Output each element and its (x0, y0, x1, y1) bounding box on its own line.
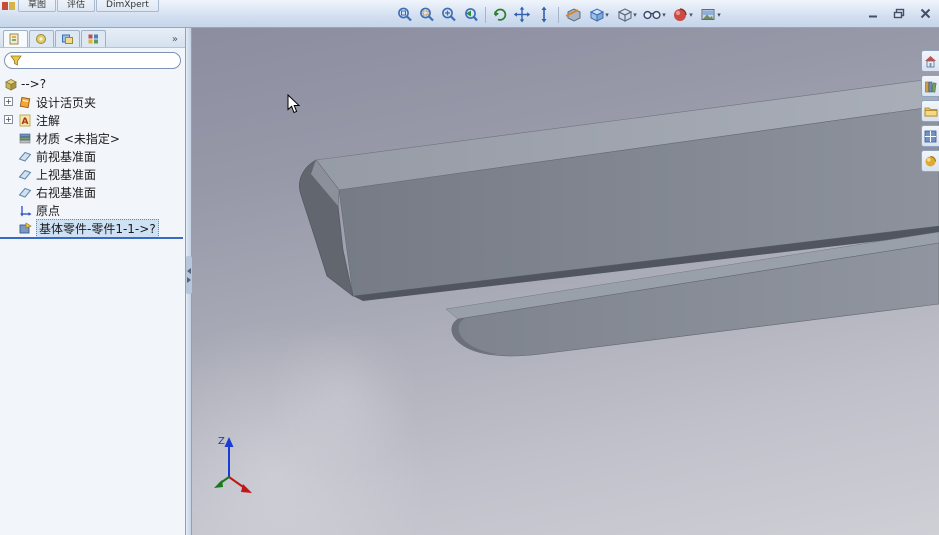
zoom-to-area-icon[interactable] (416, 5, 438, 25)
tree-filter-input[interactable] (4, 52, 181, 69)
chevron-down-icon[interactable]: ▾ (689, 5, 693, 25)
tree-item-label: 右视基准面 (36, 185, 97, 200)
plane-icon (18, 169, 32, 180)
chevron-down-icon[interactable]: ▾ (717, 5, 721, 25)
reference-triad: Z (214, 436, 252, 493)
tree-item-annotations[interactable]: + A 注解 (0, 111, 185, 129)
tree-item-label: 材质 <未指定> (36, 131, 120, 146)
svg-text:A: A (22, 117, 29, 127)
tree-item-label: 前视基准面 (36, 149, 97, 164)
tree-item-origin[interactable]: 原点 (0, 201, 185, 219)
tree-item-right-plane[interactable]: 右视基准面 (0, 183, 185, 201)
tree-item-label: -->? (21, 77, 47, 91)
tree-item-design-binder[interactable]: + 设计活页夹 (0, 93, 185, 111)
panel-tab-overflow[interactable]: » (172, 34, 182, 47)
previous-view-icon[interactable] (460, 5, 482, 25)
annotations-icon: A (19, 114, 31, 127)
configurationmanager-tab-icon[interactable] (55, 30, 80, 47)
featuremanager-tab-icon[interactable] (3, 30, 28, 47)
expand-icon[interactable]: + (4, 97, 13, 106)
propertymanager-tab-icon[interactable] (29, 30, 54, 47)
file-explorer-icon[interactable] (921, 100, 939, 122)
feature-tree: -->? + 设计活页夹 + A 注解 材质 <未指定> 前视基准面 上视基准面… (0, 72, 185, 239)
tree-item-label: 设计活页夹 (36, 95, 97, 110)
featuremanager-panel: » -->? + 设计活页夹 + A 注解 材质 <未指定> 前视基准面 上视基… (0, 28, 186, 535)
toolbar-separator (485, 6, 486, 23)
tree-item-base-part[interactable]: 基体零件-零件1-1->? (0, 218, 185, 239)
chevron-down-icon[interactable]: ▾ (605, 5, 609, 25)
filter-row (0, 48, 185, 72)
close-button[interactable] (917, 6, 933, 20)
solidworks-window: 草图 评估 DimXpert ▾ ▾ ▾ ▾ ▾ » -->? + 设计活页夹 … (0, 0, 939, 535)
tree-item-top-plane[interactable]: 上视基准面 (0, 165, 185, 183)
hide-show-items-icon[interactable]: ▾ (640, 5, 668, 25)
apply-scene-icon[interactable]: ▾ (696, 5, 724, 25)
view-palette-icon[interactable] (921, 125, 939, 147)
plane-icon (18, 151, 32, 162)
displaymanager-tab-icon[interactable] (81, 30, 106, 47)
material-icon (19, 133, 31, 143)
app-corner-icon (2, 2, 15, 10)
tree-item-part-root[interactable]: -->? (0, 75, 185, 93)
collapse-right-icon (187, 276, 191, 283)
tree-item-material[interactable]: 材质 <未指定> (0, 129, 185, 147)
chevron-down-icon[interactable]: ▾ (633, 5, 637, 25)
mouse-cursor (287, 94, 301, 114)
view-orientation-icon[interactable]: ▾ (584, 5, 612, 25)
home-icon[interactable] (921, 50, 939, 72)
roll-view-icon[interactable] (533, 5, 555, 25)
task-pane-strip (921, 50, 939, 172)
triad-z-label: Z (218, 436, 225, 447)
model-geometry[interactable] (192, 28, 939, 535)
expand-icon[interactable]: + (4, 115, 13, 124)
base-part-icon (19, 221, 32, 233)
collapse-left-icon (187, 267, 191, 274)
panel-tab-strip: » (0, 28, 185, 48)
edit-appearance-icon[interactable]: ▾ (668, 5, 696, 25)
appearances-icon[interactable] (921, 150, 939, 172)
commandmanager-tabs: 草图 评估 DimXpert (18, 0, 160, 12)
tree-item-label: 注解 (36, 113, 61, 128)
tab-sketch[interactable]: 草图 (18, 0, 57, 12)
chevron-down-icon[interactable]: ▾ (662, 5, 666, 25)
display-style-icon[interactable]: ▾ (612, 5, 640, 25)
plane-icon (18, 187, 32, 198)
pan-icon[interactable] (511, 5, 533, 25)
zoom-in-out-icon[interactable] (438, 5, 460, 25)
design-binder-icon (19, 96, 31, 108)
graphics-viewport[interactable]: Z (192, 28, 939, 535)
top-toolbar-area: 草图 评估 DimXpert ▾ ▾ ▾ ▾ ▾ (0, 0, 939, 28)
restore-button[interactable] (891, 6, 907, 20)
tab-evaluate[interactable]: 评估 (57, 0, 96, 12)
tab-dimxpert[interactable]: DimXpert (96, 0, 159, 12)
zoom-to-fit-icon[interactable] (394, 5, 416, 25)
heads-up-view-toolbar: ▾ ▾ ▾ ▾ ▾ (394, 4, 724, 25)
tree-item-label: 原点 (36, 203, 61, 218)
design-library-icon[interactable] (921, 75, 939, 97)
section-view-icon[interactable] (562, 5, 584, 25)
tree-item-front-plane[interactable]: 前视基准面 (0, 147, 185, 165)
rotate-view-icon[interactable] (489, 5, 511, 25)
tree-item-label: 基体零件-零件1-1->? (36, 218, 159, 238)
minimize-button[interactable] (865, 6, 881, 20)
origin-icon (20, 205, 32, 216)
window-controls (865, 6, 933, 20)
part-icon (5, 78, 17, 91)
toolbar-separator (558, 6, 559, 23)
tree-item-label: 上视基准面 (36, 167, 97, 182)
filter-funnel-icon (10, 55, 22, 66)
